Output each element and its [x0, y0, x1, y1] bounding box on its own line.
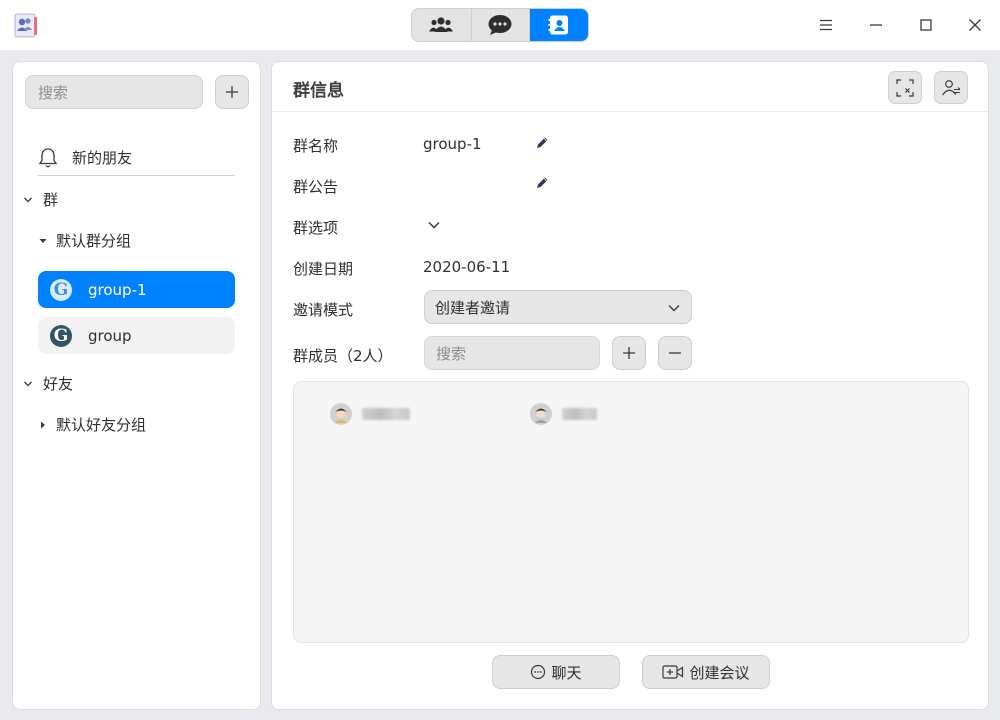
- member-search-placeholder: 搜索: [436, 344, 467, 363]
- add-contact-button[interactable]: [215, 75, 249, 109]
- chat-button[interactable]: 聊天: [492, 655, 620, 689]
- maximize-icon: [920, 19, 932, 31]
- group-name-label: 群名称: [293, 137, 339, 155]
- contacts-app-icon: [14, 13, 37, 38]
- bell-icon: [38, 147, 58, 167]
- exit-group-icon: [896, 78, 914, 97]
- add-member-button[interactable]: [612, 336, 646, 370]
- transfer-owner-button[interactable]: [934, 71, 968, 104]
- user-transfer-icon: [942, 79, 961, 95]
- groups-section-label: 群: [43, 191, 59, 209]
- chevron-down-icon: [24, 381, 32, 386]
- invite-mode-select[interactable]: 创建者邀请: [424, 290, 692, 324]
- avatar: [530, 403, 552, 425]
- plus-icon: [623, 347, 635, 359]
- group-notice-label: 群公告: [293, 178, 339, 196]
- members-list: [293, 381, 969, 643]
- member-name-redacted: [362, 408, 410, 420]
- contacts-sidebar: 搜索 新的朋友 群 默认群分组 G group-1 G group 好友 默认好…: [12, 61, 261, 710]
- edit-name-pencil-icon[interactable]: [535, 136, 549, 150]
- chat-bubble-icon: [531, 664, 546, 680]
- friends-section-toggle[interactable]: 好友: [23, 373, 73, 394]
- create-meeting-button[interactable]: 创建会议: [642, 655, 770, 689]
- people-icon: [429, 17, 454, 32]
- remove-member-button[interactable]: [658, 336, 692, 370]
- maximize-button[interactable]: [911, 10, 941, 40]
- view-switcher: [411, 8, 589, 42]
- group-item-label: group: [88, 326, 132, 345]
- panel-header: 群信息: [272, 62, 988, 112]
- created-date-value: 2020-06-11: [423, 258, 511, 276]
- created-date-label: 创建日期: [293, 260, 354, 278]
- minimize-button[interactable]: [861, 10, 891, 40]
- member-name-redacted: [562, 408, 597, 420]
- close-icon: [969, 19, 981, 31]
- friends-section-label: 好友: [43, 375, 74, 393]
- main-menu-button[interactable]: [811, 10, 841, 40]
- close-button[interactable]: [960, 10, 990, 40]
- default-group-folder-label: 默认群分组: [56, 232, 132, 250]
- chevron-down-icon[interactable]: [427, 218, 441, 232]
- group-info-panel: 群信息 群名称 group-1 群公告 群选项 创建日期 2020-06-11 …: [271, 61, 989, 710]
- chat-tab[interactable]: [470, 9, 530, 41]
- group-item-group[interactable]: G group: [38, 317, 235, 354]
- caret-down-icon: [39, 238, 47, 243]
- chat-bubble-icon: [488, 15, 512, 35]
- plus-icon: [226, 86, 238, 98]
- avatar: [330, 403, 352, 425]
- sidebar-search-placeholder: 搜索: [38, 83, 69, 102]
- group-options-label: 群选项: [293, 219, 339, 237]
- member-item[interactable]: [330, 403, 410, 425]
- contacts-tab[interactable]: [529, 9, 588, 41]
- new-friends-item[interactable]: 新的朋友: [38, 140, 235, 176]
- edit-notice-pencil-icon[interactable]: [535, 176, 549, 190]
- create-meeting-label: 创建会议: [689, 663, 750, 682]
- new-friends-label: 新的朋友: [72, 149, 133, 167]
- default-group-folder[interactable]: 默认群分组: [38, 230, 131, 251]
- member-search-input[interactable]: 搜索: [424, 336, 600, 370]
- chevron-down-icon: [24, 197, 32, 202]
- exit-group-button[interactable]: [888, 71, 922, 104]
- chat-button-label: 聊天: [551, 663, 582, 682]
- titlebar: [0, 0, 1000, 50]
- video-meeting-icon: [662, 665, 684, 679]
- members-label: 群成员（2人）: [293, 347, 393, 365]
- default-friend-folder[interactable]: 默认好友分组: [38, 414, 146, 435]
- groups-section-toggle[interactable]: 群: [23, 189, 58, 210]
- group-avatar-icon: G: [50, 324, 72, 347]
- group-avatar-icon: G: [50, 278, 72, 301]
- member-item[interactable]: [530, 403, 597, 425]
- minimize-icon: [870, 24, 882, 26]
- caret-right-icon: [41, 421, 45, 428]
- invite-mode-label: 邀请模式: [293, 301, 354, 319]
- group-item-group-1[interactable]: G group-1: [38, 271, 235, 308]
- group-name-value: group-1: [423, 135, 482, 153]
- chevron-down-icon: [668, 305, 680, 312]
- menu-icon: [820, 19, 832, 31]
- minus-icon: [669, 352, 681, 354]
- invite-mode-value: 创建者邀请: [435, 298, 511, 317]
- contact-card-icon: [548, 15, 569, 35]
- default-friend-folder-label: 默认好友分组: [56, 416, 147, 434]
- group-item-label: group-1: [88, 280, 147, 299]
- sidebar-search-input[interactable]: 搜索: [25, 75, 203, 109]
- page-title: 群信息: [293, 81, 344, 101]
- group-chat-tab[interactable]: [412, 9, 471, 41]
